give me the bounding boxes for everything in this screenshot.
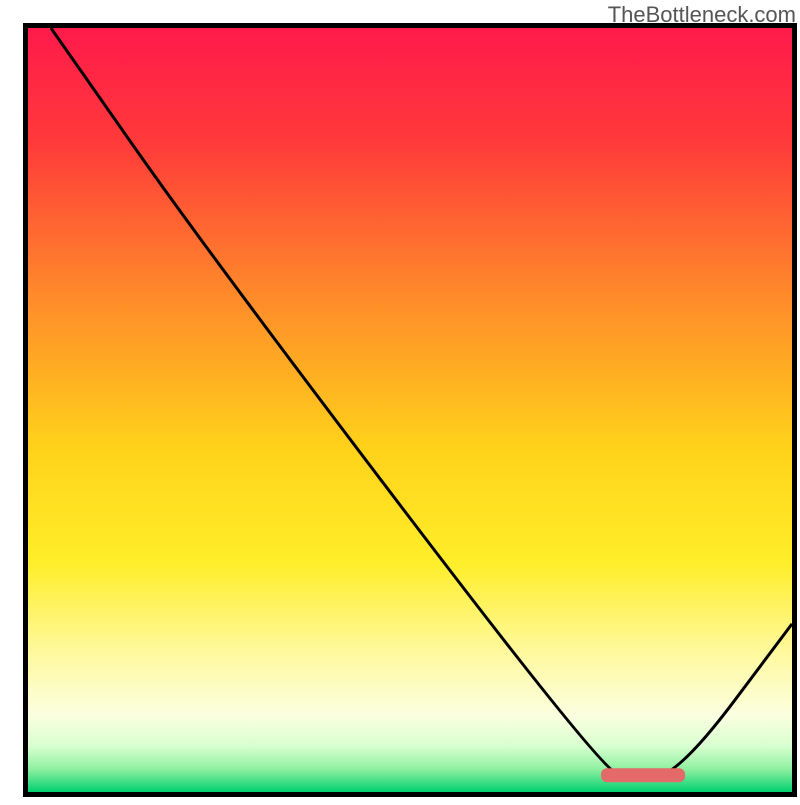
bottleneck-chart: TheBottleneck.com — [0, 0, 800, 800]
gradient-background — [28, 28, 792, 792]
watermark-text: TheBottleneck.com — [608, 2, 796, 27]
chart-container: TheBottleneck.com — [0, 0, 800, 800]
optimal-zone-marker — [601, 768, 685, 782]
